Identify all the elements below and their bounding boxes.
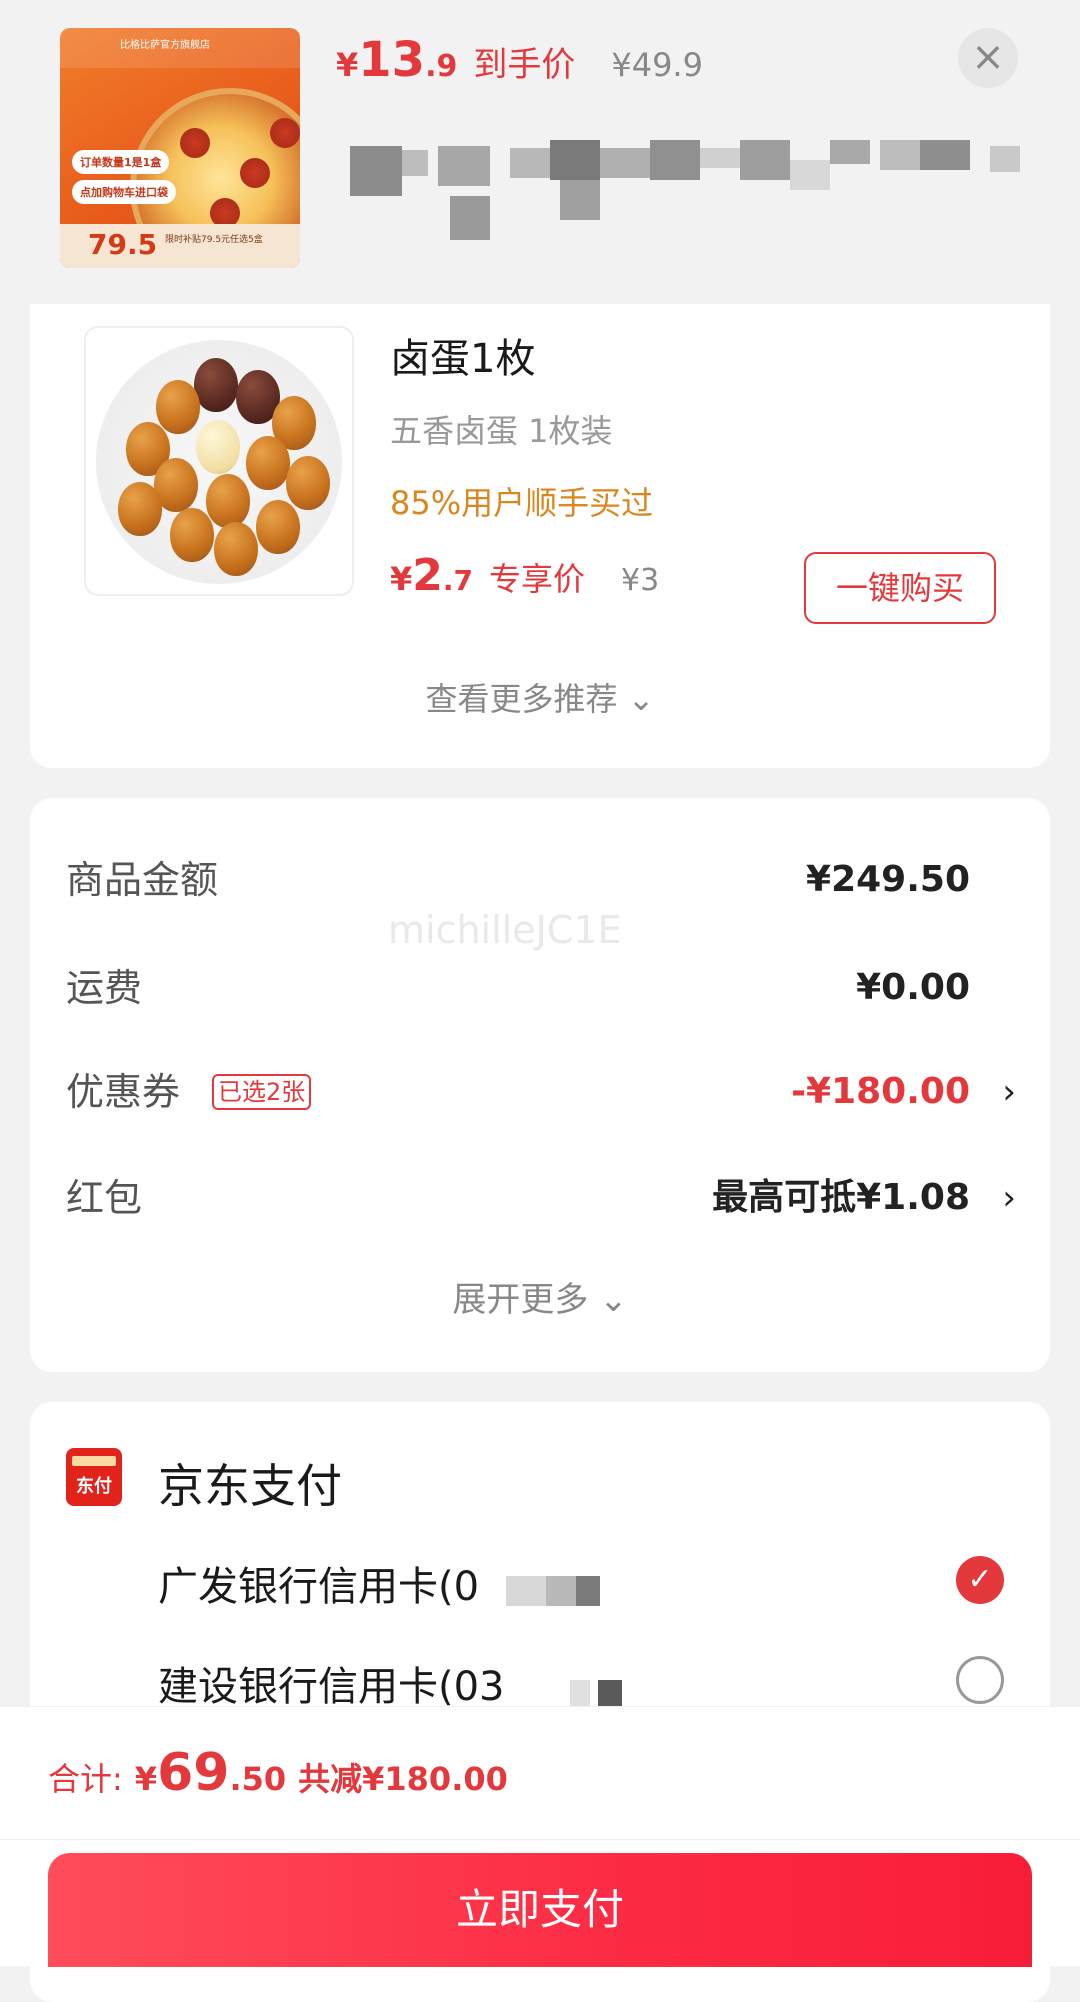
promo-tag: 订单数量1是1盒 <box>72 150 170 174</box>
checkout-bar: 合计: ¥ 69 .50 共减¥180.00 立即支付 <box>0 1706 1080 1967</box>
fee-row-shipping: 运费 ¥0.00 <box>66 958 1016 1018</box>
price-decimal: .9 <box>425 49 458 84</box>
coupon-count-badge: 已选2张 <box>212 1074 312 1110</box>
close-button[interactable]: × <box>958 28 1018 88</box>
expand-more-link[interactable]: 展开更多 ⌄ <box>30 1272 1050 1321</box>
selected-radio[interactable]: ✓ <box>956 1556 1004 1604</box>
product-spec: 五香卤蛋 1枚装 <box>390 412 613 450</box>
red-packet-label: 红包 <box>66 1176 143 1220</box>
shipping-label: 运费 <box>66 966 143 1010</box>
product-title: 卤蛋1枚 <box>390 336 536 382</box>
pepperoni <box>270 118 300 148</box>
price-label: 专享价 <box>489 560 586 598</box>
fee-row-red-packet[interactable]: 红包 最高可抵¥1.08 › <box>66 1168 1016 1228</box>
egg-plate <box>96 340 342 584</box>
payment-option-ccb[interactable]: 建设银行信用卡(03 <box>158 1654 505 1712</box>
thumb-brand-text: 比格比萨官方旗舰店 <box>120 40 210 51</box>
thumb-price: 79.5 <box>88 228 158 261</box>
coupon-label: 优惠券 <box>66 1070 181 1114</box>
order-total: 合计: ¥ 69 .50 共减¥180.00 <box>48 1743 508 1803</box>
check-icon: ✓ <box>967 1562 993 1597</box>
divider <box>0 1839 1080 1840</box>
thumb-note: 限时补贴79.5元任选5盒 <box>165 235 263 245</box>
red-packet-value: 最高可抵¥1.08 <box>712 1177 970 1218</box>
price-label: 到手价 <box>473 45 576 85</box>
braised-egg-image <box>84 326 354 596</box>
blurred-product-name <box>350 140 1040 260</box>
total-label: 合计: <box>48 1760 123 1798</box>
payment-option-guangfa[interactable]: 广发银行信用卡(0 <box>158 1554 479 1612</box>
unselected-radio[interactable] <box>956 1656 1004 1704</box>
payment-option-label: 广发银行信用卡(0 <box>158 1564 480 1610</box>
payment-title: 京东支付 <box>158 1459 342 1513</box>
subtotal-value: ¥249.50 <box>806 859 970 900</box>
pay-now-button[interactable]: 立即支付 <box>48 1853 1032 1967</box>
total-yen: ¥ <box>134 1760 158 1798</box>
product-header: 比格比萨官方旗舰店 订单数量1是1盒 点加购物车进口袋 79.5 限时补贴79.… <box>0 0 1080 304</box>
more-recommendations-link[interactable]: 查看更多推荐 ⌄ <box>30 674 1050 720</box>
jd-pay-icon: 东付 <box>66 1448 122 1506</box>
product-price: ¥ 2 .7 专享价 ¥3 <box>390 550 659 601</box>
subtotal-label: 商品金额 <box>66 858 219 902</box>
header-price: ¥ 13 .9 到手价 ¥49.9 <box>336 32 703 92</box>
chevron-right-icon: › <box>1002 1072 1016 1112</box>
thumb-price-badge: 79.5 限时补贴79.5元任选5盒 <box>60 224 300 268</box>
coupon-value: -¥180.00 <box>791 1071 970 1112</box>
total-decimal: .50 <box>229 1760 287 1798</box>
watermark: michilleJC1E <box>388 908 622 952</box>
price-yen: ¥ <box>390 560 413 598</box>
fee-row-coupon[interactable]: 优惠券 已选2张 -¥180.00 › <box>66 1062 1016 1122</box>
chevron-right-icon: › <box>1002 1178 1016 1218</box>
one-click-buy-button[interactable]: 一键购买 <box>804 552 996 624</box>
shipping-value: ¥0.00 <box>856 967 970 1008</box>
fee-row-subtotal: 商品金额 ¥249.50 <box>66 850 1016 910</box>
price-yen: ¥ <box>336 46 359 84</box>
payment-option-label: 建设银行信用卡(03 <box>158 1664 505 1710</box>
promo-tag: 点加购物车进口袋 <box>72 180 176 204</box>
recommended-product-card: 卤蛋1枚 五香卤蛋 1枚装 85%用户顺手买过 ¥ 2 .7 专享价 ¥3 一键… <box>30 304 1050 768</box>
fee-summary-card: michilleJC1E 商品金额 ¥249.50 运费 ¥0.00 优惠券 已… <box>30 798 1050 1372</box>
total-savings: 共减¥180.00 <box>298 1760 508 1798</box>
social-proof: 85%用户顺手买过 <box>390 484 654 522</box>
masked-card-digits <box>506 1576 626 1606</box>
pepperoni <box>240 158 270 188</box>
price-decimal: .7 <box>442 564 474 597</box>
total-integer: 69 <box>157 1743 230 1803</box>
pizza-product-image: 比格比萨官方旗舰店 订单数量1是1盒 点加购物车进口袋 79.5 限时补贴79.… <box>60 28 300 268</box>
close-icon: × <box>971 34 1005 80</box>
price-integer: 13 <box>358 32 426 88</box>
pepperoni <box>180 128 210 158</box>
original-price: ¥49.9 <box>611 46 703 84</box>
original-price: ¥3 <box>621 563 660 598</box>
price-integer: 2 <box>412 550 443 601</box>
